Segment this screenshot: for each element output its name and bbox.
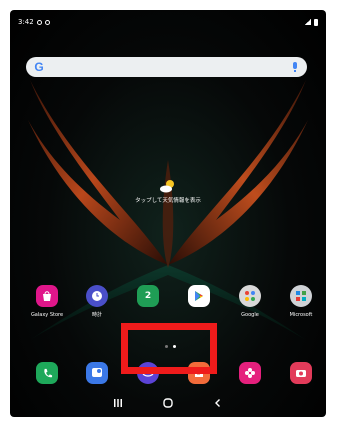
back-icon <box>215 399 220 407</box>
google-folder-icon <box>239 285 261 307</box>
app-play-store[interactable] <box>177 285 221 312</box>
app-galaxy-store[interactable]: Galaxy Store <box>25 285 69 318</box>
phone-screen: 3:42 G タップして天気情報を表示 Galaxy Store 時計 2 Go… <box>10 10 326 417</box>
galaxy-store-icon <box>36 285 58 307</box>
status-bar-left: 3:42 <box>18 16 50 28</box>
camera-icon <box>290 362 312 384</box>
sync-status-icon <box>44 19 50 25</box>
recent-apps-icon <box>114 399 122 407</box>
mic-icon[interactable] <box>293 62 297 72</box>
settings-status-icon <box>36 19 42 25</box>
app-messages[interactable] <box>75 362 119 384</box>
navigation-bar <box>10 389 326 417</box>
weather-sun-cloud-icon <box>158 178 178 194</box>
home-icon <box>163 398 173 408</box>
microsoft-folder-icon <box>290 285 312 307</box>
app-label: 時計 <box>91 312 102 318</box>
battery-icon <box>314 18 318 26</box>
app-label: Microsoft <box>289 312 313 318</box>
google-search-bar[interactable]: G <box>26 57 307 77</box>
messages-icon <box>86 362 108 384</box>
folder-microsoft[interactable]: Microsoft <box>279 285 323 318</box>
app-phone[interactable] <box>25 362 69 384</box>
home-button[interactable] <box>158 395 178 411</box>
app-calendar[interactable]: 2 <box>126 285 170 312</box>
signal-icon <box>305 19 311 25</box>
calendar-day: 2 <box>144 291 152 301</box>
app-clock[interactable]: 時計 <box>75 285 119 318</box>
bixby-icon <box>239 362 261 384</box>
weather-widget[interactable]: タップして天気情報を表示 <box>128 178 208 204</box>
back-button[interactable] <box>208 395 228 411</box>
weather-label: タップして天気情報を表示 <box>135 198 201 204</box>
app-label: Galaxy Store <box>30 312 64 318</box>
phone-icon <box>36 362 58 384</box>
app-bixby[interactable] <box>228 362 272 384</box>
recent-apps-button[interactable] <box>108 395 128 411</box>
folder-google[interactable]: Google <box>228 285 272 318</box>
app-label: Google <box>241 312 259 318</box>
status-time: 3:42 <box>18 18 34 26</box>
highlight-annotation-box <box>121 323 217 374</box>
play-store-icon <box>188 285 210 307</box>
app-camera[interactable] <box>279 362 323 384</box>
clock-icon <box>86 285 108 307</box>
google-logo: G <box>34 60 44 74</box>
calendar-icon: 2 <box>137 285 159 307</box>
status-bar-right <box>305 16 318 28</box>
